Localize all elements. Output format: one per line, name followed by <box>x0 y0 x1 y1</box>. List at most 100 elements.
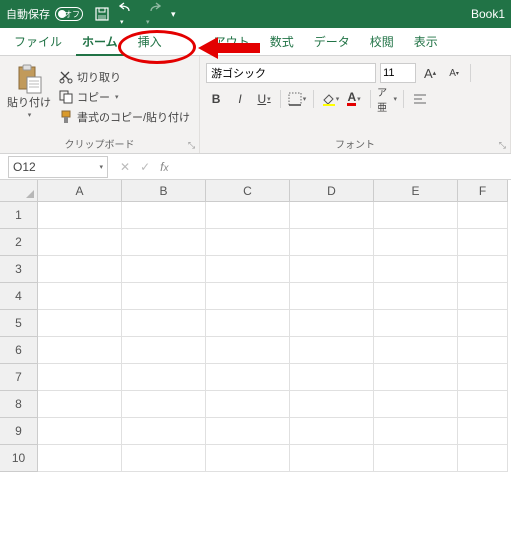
cell[interactable] <box>206 202 290 229</box>
tab-formulas[interactable]: 数式 <box>260 28 304 55</box>
tab-data[interactable]: データ <box>304 28 360 55</box>
cell[interactable] <box>122 229 206 256</box>
name-box[interactable]: O12 ▾ <box>8 156 108 178</box>
chevron-down-icon[interactable]: ▾ <box>99 163 103 171</box>
cell[interactable] <box>122 283 206 310</box>
decrease-font-icon[interactable]: A▾ <box>444 63 464 83</box>
cell[interactable] <box>206 364 290 391</box>
cell[interactable] <box>38 391 122 418</box>
cell[interactable] <box>290 445 374 472</box>
save-icon[interactable] <box>95 7 109 21</box>
cell[interactable] <box>290 256 374 283</box>
cell[interactable] <box>122 202 206 229</box>
redo-icon[interactable]: ▾ <box>145 1 161 27</box>
cell[interactable] <box>374 283 458 310</box>
underline-button[interactable]: U▾ <box>254 89 274 109</box>
cell[interactable] <box>122 256 206 283</box>
cell[interactable] <box>458 256 508 283</box>
cell[interactable] <box>122 391 206 418</box>
border-button[interactable]: ▾ <box>287 89 307 109</box>
row-header[interactable]: 1 <box>0 202 38 229</box>
fill-color-button[interactable]: ▾ <box>320 89 340 109</box>
increase-font-icon[interactable]: A▴ <box>420 63 440 83</box>
col-header[interactable]: E <box>374 180 458 202</box>
dialog-launcher-icon[interactable]: ⤡ <box>188 140 195 151</box>
cell[interactable] <box>290 418 374 445</box>
cell[interactable] <box>374 256 458 283</box>
cell[interactable] <box>458 202 508 229</box>
cell[interactable] <box>38 418 122 445</box>
tab-view[interactable]: 表示 <box>404 28 448 55</box>
tab-review[interactable]: 校閲 <box>360 28 404 55</box>
fx-icon[interactable]: fx <box>160 160 168 174</box>
cell[interactable] <box>374 445 458 472</box>
cell[interactable] <box>458 229 508 256</box>
toggle-switch[interactable]: オフ <box>55 7 83 21</box>
cell[interactable] <box>38 364 122 391</box>
tab-home[interactable]: ホーム <box>72 28 128 55</box>
cell[interactable] <box>206 445 290 472</box>
cell[interactable] <box>206 256 290 283</box>
cell[interactable] <box>374 310 458 337</box>
cell[interactable] <box>122 310 206 337</box>
font-size-input[interactable] <box>380 63 416 83</box>
row-header[interactable]: 10 <box>0 445 38 472</box>
chevron-down-icon[interactable]: ▾ <box>28 111 32 119</box>
row-header[interactable]: 3 <box>0 256 38 283</box>
cell[interactable] <box>458 445 508 472</box>
font-color-button[interactable]: A▾ <box>344 89 364 109</box>
undo-icon[interactable]: ▾ <box>119 1 135 27</box>
cell[interactable] <box>458 418 508 445</box>
cell[interactable] <box>374 418 458 445</box>
cell[interactable] <box>290 337 374 364</box>
cell[interactable] <box>458 364 508 391</box>
qat-customize-icon[interactable]: ▾ <box>171 9 176 20</box>
cell[interactable] <box>290 310 374 337</box>
tab-file[interactable]: ファイル <box>4 28 72 55</box>
cell[interactable] <box>206 229 290 256</box>
cell[interactable] <box>290 364 374 391</box>
cell[interactable] <box>122 445 206 472</box>
font-name-input[interactable] <box>206 63 376 83</box>
phonetic-button[interactable]: ア亜▾ <box>377 89 397 109</box>
cell[interactable] <box>290 391 374 418</box>
cell[interactable] <box>206 337 290 364</box>
row-header[interactable]: 8 <box>0 391 38 418</box>
enter-icon[interactable]: ✓ <box>140 160 150 174</box>
row-header[interactable]: 6 <box>0 337 38 364</box>
cut-button[interactable]: 切り取り <box>56 68 193 86</box>
cancel-icon[interactable]: ✕ <box>120 160 130 174</box>
row-header[interactable]: 9 <box>0 418 38 445</box>
paste-button[interactable]: 貼り付け ▾ <box>6 59 52 134</box>
cell[interactable] <box>374 202 458 229</box>
cell[interactable] <box>458 391 508 418</box>
cell[interactable] <box>122 418 206 445</box>
cell[interactable] <box>206 418 290 445</box>
autosave-toggle[interactable]: 自動保存 オフ <box>6 6 83 22</box>
row-header[interactable]: 4 <box>0 283 38 310</box>
format-painter-button[interactable]: 書式のコピー/貼り付け <box>56 108 193 126</box>
col-header[interactable]: D <box>290 180 374 202</box>
copy-button[interactable]: コピー▾ <box>56 88 193 106</box>
cell[interactable] <box>374 391 458 418</box>
cell[interactable] <box>206 283 290 310</box>
tab-insert[interactable]: 挿入 <box>128 28 172 55</box>
cell[interactable] <box>38 445 122 472</box>
cell[interactable] <box>290 283 374 310</box>
bold-button[interactable]: B <box>206 89 226 109</box>
cell[interactable] <box>374 229 458 256</box>
cell[interactable] <box>38 337 122 364</box>
cell[interactable] <box>38 202 122 229</box>
cell[interactable] <box>38 256 122 283</box>
row-header[interactable]: 7 <box>0 364 38 391</box>
cell[interactable] <box>374 337 458 364</box>
cell[interactable] <box>38 310 122 337</box>
cell[interactable] <box>38 229 122 256</box>
dialog-launcher-icon[interactable]: ⤡ <box>499 140 506 151</box>
col-header[interactable]: C <box>206 180 290 202</box>
col-header[interactable]: A <box>38 180 122 202</box>
cell[interactable] <box>458 310 508 337</box>
col-header[interactable]: F <box>458 180 508 202</box>
row-header[interactable]: 2 <box>0 229 38 256</box>
col-header[interactable]: B <box>122 180 206 202</box>
